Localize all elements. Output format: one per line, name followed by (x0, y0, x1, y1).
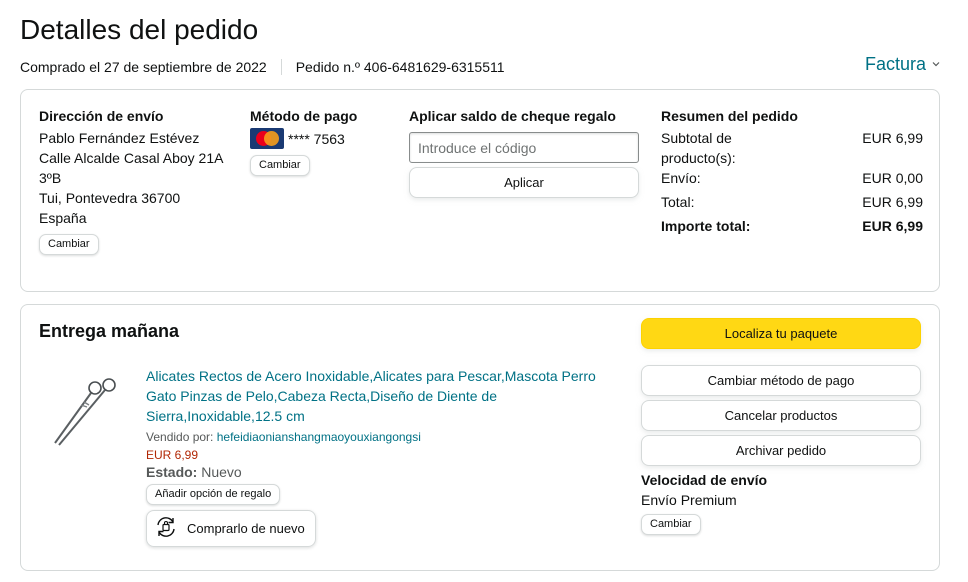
shipping-city: Tui, Pontevedra 36700 (39, 190, 181, 206)
change-address-button[interactable]: Cambiar (39, 234, 99, 255)
shipping-cost-label: Envío: (661, 170, 701, 186)
card-number: **** 7563 (288, 130, 345, 147)
product-price: EUR 6,99 (146, 448, 199, 462)
subtotal-row: Subtotal de producto(s): EUR 6,99 (661, 128, 923, 168)
total-value: EUR 6,99 (862, 194, 923, 210)
invoice-label: Factura (864, 54, 926, 74)
shipping-heading: Dirección de envío (39, 108, 164, 124)
buy-again-label: Comprarlo de nuevo (187, 521, 305, 536)
buy-again-button[interactable]: Comprarlo de nuevo (146, 510, 316, 547)
change-speed-button[interactable]: Cambiar (641, 514, 701, 535)
delivery-card: Entrega mañana Alicates Rectos de Acero … (20, 304, 940, 571)
archive-order-button[interactable]: Archivar pedido (641, 435, 921, 466)
add-gift-option-button[interactable]: Añadir opción de regalo (146, 484, 281, 505)
chevron-down-icon (932, 59, 940, 70)
condition-label: Estado: (146, 464, 198, 480)
shipping-line2: 3ºB (39, 170, 62, 186)
mastercard-logo-icon (250, 128, 284, 149)
shipping-speed-heading: Velocidad de envío (641, 472, 768, 488)
change-payment-method-button[interactable]: Cambiar método de pago (641, 365, 921, 396)
shipping-name: Pablo Fernández Estévez (39, 130, 200, 146)
invoice-dropdown[interactable]: Factura (865, 54, 940, 75)
order-info-card: Dirección de envío Pablo Fernández Estév… (20, 89, 940, 292)
gift-card-section: Aplicar saldo de cheque regalo Aplicar (409, 106, 641, 198)
grand-total-row: Importe total: EUR 6,99 (661, 216, 923, 236)
grand-total-value: EUR 6,99 (862, 218, 923, 234)
seller-link[interactable]: hefeidiaonianshangmaoyouxiangongsi (217, 430, 421, 444)
product-title-link[interactable]: Alicates Rectos de Acero Inoxidable,Alic… (146, 366, 606, 426)
gift-card-heading: Aplicar saldo de cheque regalo (409, 108, 616, 124)
order-actions: Localiza tu paquete Cambiar método de pa… (641, 318, 922, 535)
seller-line: Vendido por: hefeidiaonianshangmaoyouxia… (146, 430, 606, 444)
delivery-title: Entrega mañana (39, 321, 180, 341)
shipping-country: España (39, 210, 87, 226)
product-details: Alicates Rectos de Acero Inoxidable,Alic… (146, 366, 606, 547)
summary-heading: Resumen del pedido (661, 108, 798, 124)
payment-heading: Método de pago (250, 108, 358, 124)
payment-method-section: Método de pago **** 7563 Cambiar (250, 106, 390, 176)
grand-total-label: Importe total: (661, 218, 751, 234)
order-meta: Comprado el 27 de septiembre de 2022 Ped… (20, 59, 505, 75)
total-label: Total: (661, 194, 695, 210)
total-row: Total: EUR 6,99 (661, 192, 923, 212)
order-summary-section: Resumen del pedido Subtotal de producto(… (661, 106, 923, 236)
shipping-address-section: Dirección de envío Pablo Fernández Estév… (39, 106, 239, 255)
page-title: Detalles del pedido (20, 14, 259, 45)
track-package-button[interactable]: Localiza tu paquete (641, 318, 921, 349)
change-payment-button[interactable]: Cambiar (250, 155, 310, 176)
condition-value: Nuevo (201, 464, 242, 480)
buy-again-icon (153, 515, 179, 542)
gift-code-input[interactable] (409, 132, 639, 163)
product-image[interactable] (51, 375, 133, 447)
shipping-line1: Calle Alcalde Casal Aboy 21A (39, 150, 224, 166)
apply-gift-button[interactable]: Aplicar (409, 167, 639, 198)
condition-line: Estado: Nuevo (146, 464, 606, 480)
cancel-items-button[interactable]: Cancelar productos (641, 400, 921, 431)
sold-by-label: Vendido por: (146, 430, 214, 444)
subtotal-value: EUR 6,99 (862, 130, 923, 146)
purchase-date: Comprado el 27 de septiembre de 2022 (20, 59, 267, 75)
shipping-speed-value: Envío Premium (641, 492, 737, 508)
payment-card-row: **** 7563 (250, 128, 390, 149)
meta-divider (280, 59, 282, 75)
shipping-cost-row: Envío: EUR 0,00 (661, 168, 923, 188)
shipping-cost-value: EUR 0,00 (862, 170, 923, 186)
subtotal-label: Subtotal de producto(s): (661, 130, 736, 166)
order-number: Pedido n.º 406-6481629-6315511 (295, 59, 505, 75)
